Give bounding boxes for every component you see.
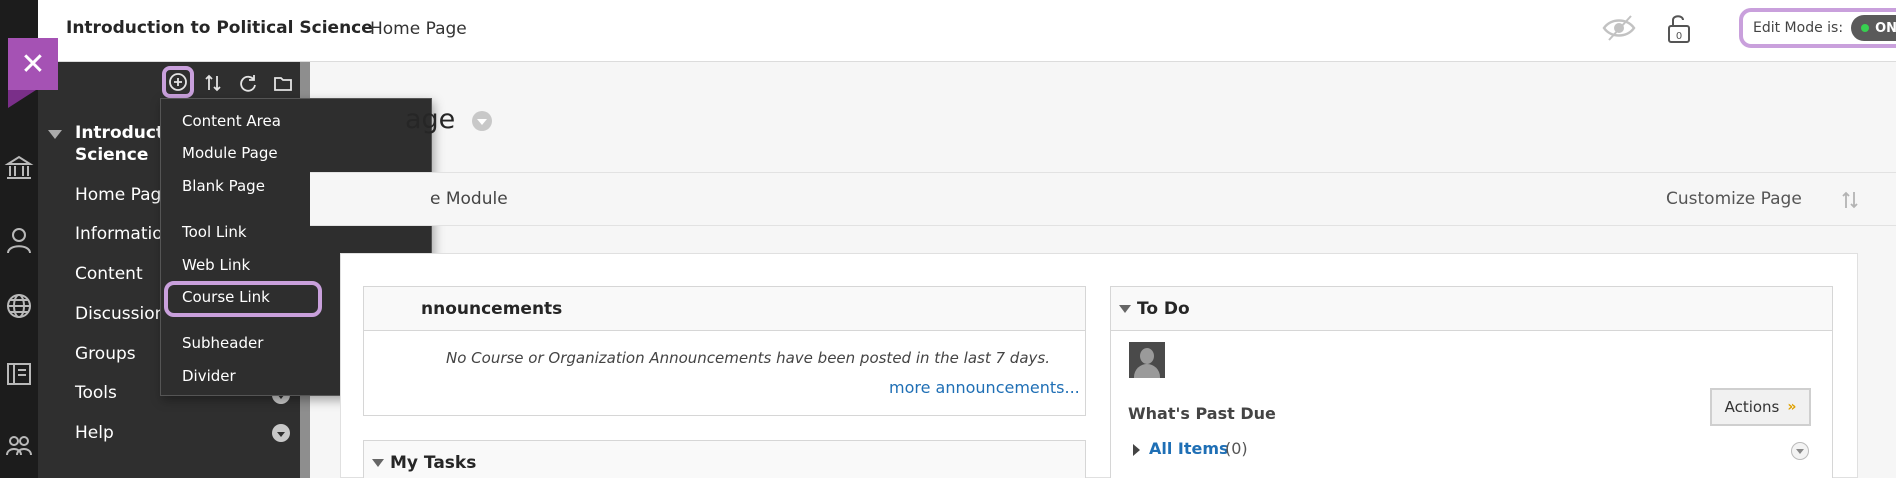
edit-mode-value: ON: [1875, 20, 1896, 36]
customize-page-button[interactable]: Customize Page: [1666, 189, 1802, 209]
folder-icon: [274, 77, 292, 91]
menu-item-tools[interactable]: Tools: [75, 383, 117, 403]
close-menu-button[interactable]: ✕: [8, 38, 58, 90]
chevron-down-icon[interactable]: [1791, 442, 1809, 460]
plus-circle-icon: [169, 73, 187, 91]
collapse-triangle-icon[interactable]: [1119, 305, 1131, 313]
menu-item-groups[interactable]: Groups: [75, 344, 136, 364]
collapse-triangle-icon[interactable]: [48, 130, 62, 139]
all-items-link[interactable]: All Items: [1149, 439, 1229, 458]
course-files-button[interactable]: [270, 70, 296, 96]
refresh-menu-button[interactable]: [235, 70, 261, 96]
reorder-modules-icon[interactable]: [1838, 188, 1862, 212]
menu-item-home-page[interactable]: Home Page: [75, 185, 172, 205]
breadcrumb-home-page[interactable]: Home Page: [370, 19, 467, 39]
double-chevron-down-icon: »: [1787, 399, 1797, 415]
more-announcements-link[interactable]: more announcements...: [889, 378, 1080, 397]
courses-icon[interactable]: [0, 352, 38, 396]
refresh-icon: [240, 75, 256, 92]
avatar: [1129, 342, 1165, 378]
globe-icon[interactable]: [0, 284, 38, 328]
institution-icon[interactable]: [0, 146, 38, 190]
module-header: To Do: [1111, 287, 1832, 331]
my-tasks-module: My Tasks: [363, 440, 1086, 478]
menu-item-content[interactable]: Content: [75, 264, 143, 284]
add-menu-item-button[interactable]: [162, 66, 194, 98]
add-module-button[interactable]: e Module: [430, 189, 508, 209]
add-course-link[interactable]: Course Link: [182, 288, 270, 306]
to-do-module: To Do What's Past Due Actions » All Item…: [1110, 286, 1833, 478]
announcements-empty-message: No Course or Organization Announcements …: [446, 349, 1050, 367]
status-dot-icon: [1861, 24, 1870, 32]
add-subheader[interactable]: Subheader: [182, 334, 263, 352]
close-tab-fold: [8, 90, 36, 108]
menu-item-help[interactable]: Help: [75, 423, 114, 443]
announcements-module: nnouncements No Course or Organization A…: [363, 286, 1086, 416]
reorder-menu-button[interactable]: [200, 70, 226, 96]
add-content-area[interactable]: Content Area: [182, 112, 281, 130]
student-preview-eye-icon[interactable]: [1601, 12, 1637, 44]
add-blank-page[interactable]: Blank Page: [182, 177, 265, 195]
expand-triangle-icon[interactable]: [1133, 444, 1140, 456]
edit-mode-toggle[interactable]: ON: [1851, 15, 1896, 41]
close-icon: ✕: [20, 46, 46, 82]
unlock-icon[interactable]: 0: [1664, 10, 1694, 46]
actions-label: Actions: [1724, 398, 1780, 416]
add-tool-link[interactable]: Tool Link: [182, 223, 247, 241]
svg-text:0: 0: [1676, 31, 1682, 42]
whats-past-due-heading: What's Past Due: [1128, 404, 1276, 423]
module-title[interactable]: My Tasks: [390, 453, 476, 473]
groups-icon[interactable]: [0, 424, 38, 468]
module-header: My Tasks: [364, 441, 1085, 478]
actions-button[interactable]: Actions »: [1710, 388, 1811, 426]
edit-mode-label: Edit Mode is:: [1753, 20, 1844, 36]
module-title[interactable]: nnouncements: [421, 299, 562, 319]
menu-item-information[interactable]: Information: [75, 224, 173, 244]
top-header: Introduction to Political Science Home P…: [38, 0, 1896, 62]
module-title[interactable]: To Do: [1137, 299, 1190, 319]
add-web-link[interactable]: Web Link: [182, 256, 250, 274]
menu-item-options-icon[interactable]: [272, 424, 290, 442]
page-title: age: [405, 104, 456, 135]
all-items-count: (0): [1225, 439, 1248, 458]
add-divider[interactable]: Divider: [182, 367, 236, 385]
collapse-triangle-icon[interactable]: [372, 459, 384, 467]
up-down-arrows-icon: [205, 74, 221, 92]
page-options-chevron-icon[interactable]: [472, 111, 492, 131]
course-title[interactable]: Introduction to Political Science: [66, 18, 373, 38]
module-action-bar: e Module Customize Page: [310, 172, 1896, 226]
edit-mode-switch[interactable]: Edit Mode is: ON: [1739, 8, 1896, 48]
person-icon[interactable]: [0, 218, 38, 262]
add-module-page[interactable]: Module Page: [182, 144, 278, 162]
module-header: nnouncements: [364, 287, 1085, 331]
